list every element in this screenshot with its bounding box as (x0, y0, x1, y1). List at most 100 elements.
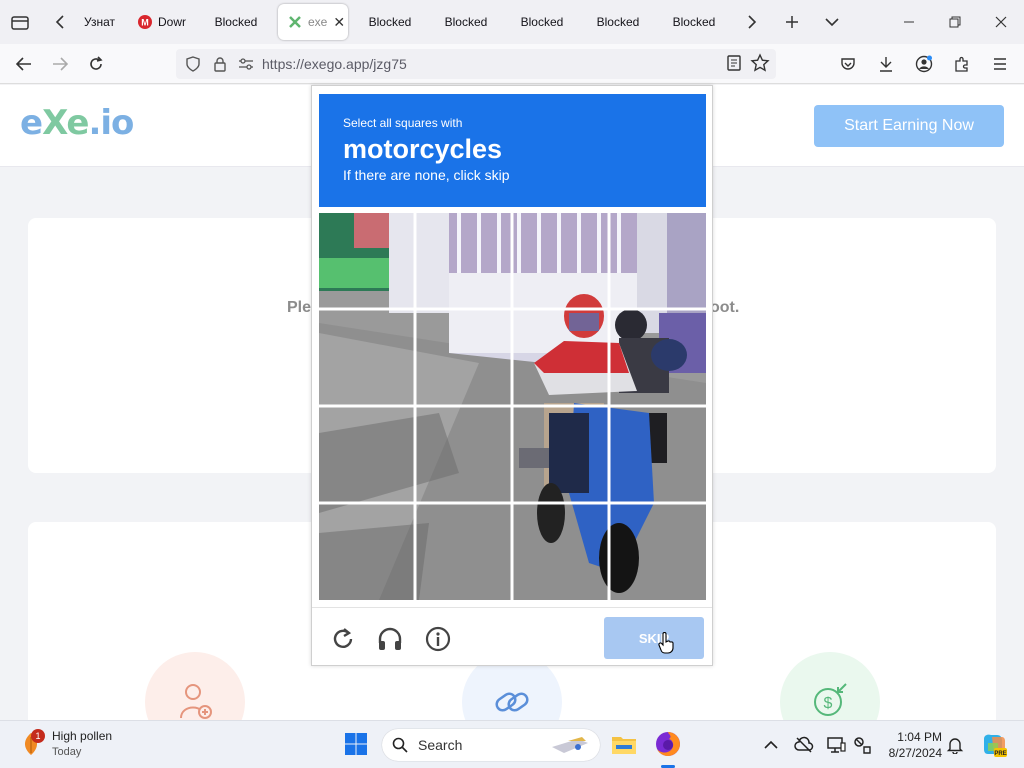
puzzle-icon (955, 56, 968, 72)
display-icon[interactable] (826, 735, 846, 755)
captcha-tile[interactable] (514, 506, 609, 601)
weather-subtitle: Today (52, 746, 82, 758)
site-logo[interactable]: eXe.io (20, 103, 134, 143)
captcha-tile[interactable] (514, 408, 609, 503)
shield-icon[interactable] (186, 56, 200, 72)
scroll-tabs-right-button[interactable] (732, 0, 772, 44)
tab-label: Blocked (368, 15, 412, 29)
prompt-hint: If there are none, click skip (343, 167, 510, 183)
downloads-button[interactable] (868, 48, 904, 80)
close-icon (995, 16, 1007, 28)
tab-6[interactable]: Blocked (504, 4, 580, 40)
restore-button[interactable] (932, 0, 978, 44)
captcha-tile[interactable] (612, 213, 707, 308)
taskbar-search[interactable]: Search (382, 729, 600, 761)
captcha-tile[interactable] (612, 408, 707, 503)
tab-label: Blocked (444, 15, 488, 29)
tab-label: Dowr (158, 15, 187, 29)
weather-widget[interactable]: 1 High pollen Today (18, 728, 112, 760)
forward-button[interactable] (42, 48, 78, 80)
tab-5[interactable]: Blocked (428, 4, 504, 40)
captcha-tile[interactable] (417, 408, 512, 503)
notification-badge: 1 (31, 729, 45, 743)
new-tab-button[interactable] (772, 0, 812, 44)
logo-text: Xe (42, 103, 89, 143)
clock-time: 1:04 PM (897, 730, 942, 744)
account-icon (915, 55, 933, 73)
download-icon (880, 57, 892, 72)
captcha-tile[interactable] (319, 311, 414, 406)
captcha-tile[interactable] (319, 506, 414, 601)
extensions-button[interactable] (944, 48, 980, 80)
tab-active[interactable]: exe ✕ (278, 4, 348, 40)
bookmark-star-icon[interactable] (750, 53, 770, 73)
account-button[interactable] (906, 48, 942, 80)
captcha-tile[interactable] (417, 311, 512, 406)
info-icon[interactable] (425, 626, 451, 652)
tab-4[interactable]: Blocked (352, 4, 428, 40)
tab-label: Узнат (84, 15, 115, 29)
captcha-tile[interactable] (514, 311, 609, 406)
file-explorer-icon[interactable] (610, 730, 638, 758)
scroll-tabs-left-button[interactable] (40, 0, 80, 44)
search-icon (392, 737, 408, 753)
captcha-tile[interactable] (417, 506, 512, 601)
tab-0[interactable]: Узнат (80, 4, 128, 40)
svg-text:$: $ (824, 695, 833, 712)
tab-strip: Узнат M Dowr Blocked exe ✕ Blocked Block… (0, 0, 1024, 44)
tab-manager-button[interactable] (0, 0, 40, 44)
reader-view-icon[interactable] (724, 53, 744, 73)
pollen-icon: 1 (18, 729, 45, 757)
chevron-left-icon (55, 15, 64, 29)
close-tab-icon[interactable]: ✕ (333, 14, 345, 31)
restore-icon (949, 16, 961, 28)
notification-bell-icon[interactable] (946, 736, 964, 754)
arrow-left-icon (16, 56, 31, 71)
svg-text:PRE: PRE (994, 751, 1006, 757)
reload-button[interactable] (78, 48, 114, 80)
tab-2[interactable]: Blocked (198, 4, 274, 40)
logo-text: e (20, 103, 43, 143)
tab-list-icon (11, 16, 29, 30)
money-exchange-icon: $ (814, 683, 847, 716)
tab-8[interactable]: Blocked (656, 4, 732, 40)
system-clock[interactable]: 1:04 PM 8/27/2024 (880, 729, 942, 761)
hand-cursor-icon (658, 632, 674, 654)
firefox-icon[interactable] (654, 730, 682, 758)
cloud-offline-icon[interactable] (794, 735, 814, 755)
add-user-icon (180, 684, 212, 719)
close-window-button[interactable] (978, 0, 1024, 44)
tab-label: Blocked (214, 15, 258, 29)
captcha-tile[interactable] (514, 213, 609, 308)
card-text-left: Ple (287, 299, 312, 316)
menu-button[interactable] (982, 48, 1018, 80)
tab-1[interactable]: M Dowr (128, 4, 198, 40)
captcha-tile-grid (319, 213, 706, 600)
captcha-tile[interactable] (612, 506, 707, 601)
permissions-icon[interactable] (238, 58, 254, 70)
captcha-tile[interactable] (612, 311, 707, 406)
address-bar[interactable]: https://exego.app/jzg75 (176, 49, 776, 79)
captcha-tile[interactable] (417, 213, 512, 308)
tab-7[interactable]: Blocked (580, 4, 656, 40)
network-status-icon[interactable] (852, 735, 872, 755)
hamburger-menu-icon (994, 58, 1006, 70)
windows-start-icon[interactable] (342, 730, 370, 758)
skip-button[interactable]: SKIP (604, 617, 704, 659)
headphones-icon[interactable] (377, 626, 403, 652)
captcha-footer: SKIP (312, 607, 712, 665)
lock-icon[interactable] (214, 56, 226, 72)
minimize-button[interactable] (886, 0, 932, 44)
captcha-tile[interactable] (319, 408, 414, 503)
start-earning-button[interactable]: Start Earning Now (814, 105, 1004, 147)
refresh-icon[interactable] (330, 626, 356, 652)
chevron-down-icon (825, 18, 839, 27)
chevron-up-icon[interactable] (762, 736, 780, 754)
captcha-tile[interactable] (319, 213, 414, 308)
svg-text:M: M (141, 18, 149, 28)
list-all-tabs-button[interactable] (812, 0, 852, 44)
back-button[interactable] (6, 48, 42, 80)
tab-label: Blocked (596, 15, 640, 29)
pocket-button[interactable] (830, 48, 866, 80)
copilot-icon[interactable]: PRE (980, 731, 1008, 759)
